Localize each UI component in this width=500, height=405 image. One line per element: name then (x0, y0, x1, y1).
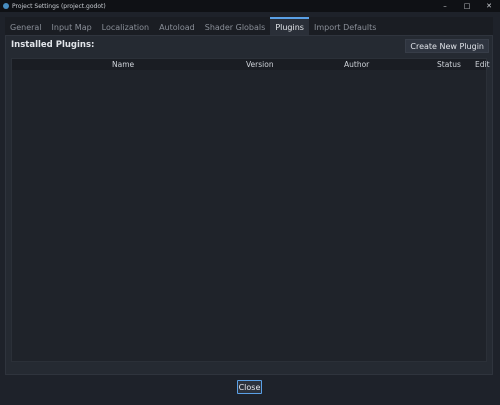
close-button[interactable]: Close (237, 380, 262, 394)
plugins-panel: Installed Plugins: Create New Plugin Nam… (5, 35, 493, 375)
settings-tabbar: General Input Map Localization Autoload … (5, 17, 493, 35)
tab-plugins[interactable]: Plugins (270, 17, 309, 35)
installed-plugins-label: Installed Plugins: (11, 40, 95, 50)
column-header-version[interactable]: Version (246, 60, 274, 69)
tab-import-defaults[interactable]: Import Defaults (309, 19, 382, 35)
plugins-table[interactable]: Name Version Author Status Edit (11, 58, 490, 362)
plugins-table-header: Name Version Author Status Edit (12, 59, 490, 70)
column-header-edit[interactable]: Edit (475, 60, 490, 69)
create-new-plugin-button[interactable]: Create New Plugin (405, 39, 489, 53)
maximize-icon[interactable]: □ (456, 0, 478, 12)
window-controls: – □ ✕ (434, 0, 500, 12)
column-header-status[interactable]: Status (437, 60, 461, 69)
close-window-icon[interactable]: ✕ (478, 0, 500, 12)
minimize-icon[interactable]: – (434, 0, 456, 12)
tab-localization[interactable]: Localization (97, 19, 154, 35)
column-header-name[interactable]: Name (112, 60, 134, 69)
project-settings-dialog: General Input Map Localization Autoload … (5, 17, 493, 375)
window-titlebar: Project Settings (project.godot) – □ ✕ (0, 0, 500, 12)
tab-autoload[interactable]: Autoload (154, 19, 200, 35)
tab-general[interactable]: General (5, 19, 47, 35)
godot-app-icon (3, 3, 9, 9)
window-title: Project Settings (project.godot) (12, 2, 106, 10)
tab-shader-globals[interactable]: Shader Globals (200, 19, 271, 35)
tab-input-map[interactable]: Input Map (47, 19, 97, 35)
column-header-author[interactable]: Author (344, 60, 369, 69)
